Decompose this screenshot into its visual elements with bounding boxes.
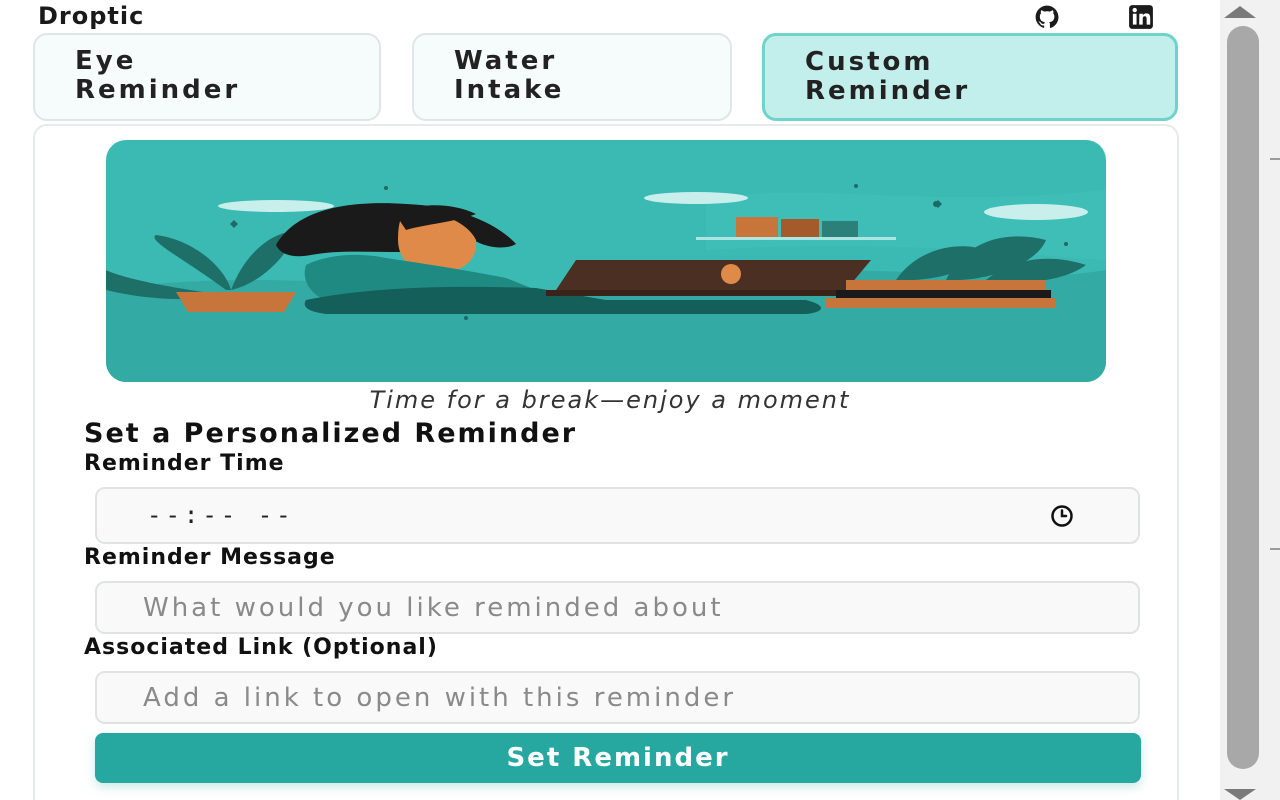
tab-label-line1: Water <box>454 46 558 76</box>
tab-label-line1: Custom <box>805 47 934 77</box>
tab-label-line2: Reminder <box>75 75 241 105</box>
scroll-down-arrow-icon[interactable] <box>1224 789 1256 800</box>
reminder-time-value: --:-- -- <box>147 501 295 529</box>
reminder-message-field <box>95 581 1140 634</box>
tab-label-line2: Intake <box>454 75 565 105</box>
linkedin-icon[interactable] <box>1128 4 1154 30</box>
header: Droptic <box>0 0 1220 32</box>
tab-label-line1: Eye <box>75 46 137 76</box>
form-title: Set a Personalized Reminder <box>84 418 578 449</box>
set-reminder-button[interactable]: Set Reminder <box>95 733 1141 783</box>
window-edge-divider <box>1270 548 1280 550</box>
tab-water-intake[interactable]: Water Intake <box>412 33 732 121</box>
window-edge-divider <box>1270 158 1280 160</box>
tab-label-line2: Reminder <box>805 76 971 106</box>
tab-custom-reminder[interactable]: Custom Reminder <box>762 33 1178 121</box>
break-illustration <box>106 140 1106 382</box>
scroll-up-arrow-icon[interactable] <box>1224 6 1256 18</box>
associated-link-input[interactable] <box>97 673 1138 722</box>
illustration-caption: Time for a break—enjoy a moment <box>369 386 851 414</box>
scrollbar-thumb[interactable] <box>1227 26 1259 769</box>
associated-link-field <box>95 671 1140 724</box>
github-icon[interactable] <box>1034 4 1060 30</box>
reminder-message-label: Reminder Message <box>84 545 336 570</box>
reminder-time-label: Reminder Time <box>84 451 285 476</box>
tab-eye-reminder[interactable]: Eye Reminder <box>33 33 381 121</box>
reminder-time-input[interactable]: --:-- -- <box>95 487 1140 544</box>
associated-link-label: Associated Link (Optional) <box>84 635 438 660</box>
reminder-message-input[interactable] <box>97 583 1138 632</box>
clock-icon[interactable] <box>1050 504 1074 528</box>
app-title: Droptic <box>38 2 145 30</box>
